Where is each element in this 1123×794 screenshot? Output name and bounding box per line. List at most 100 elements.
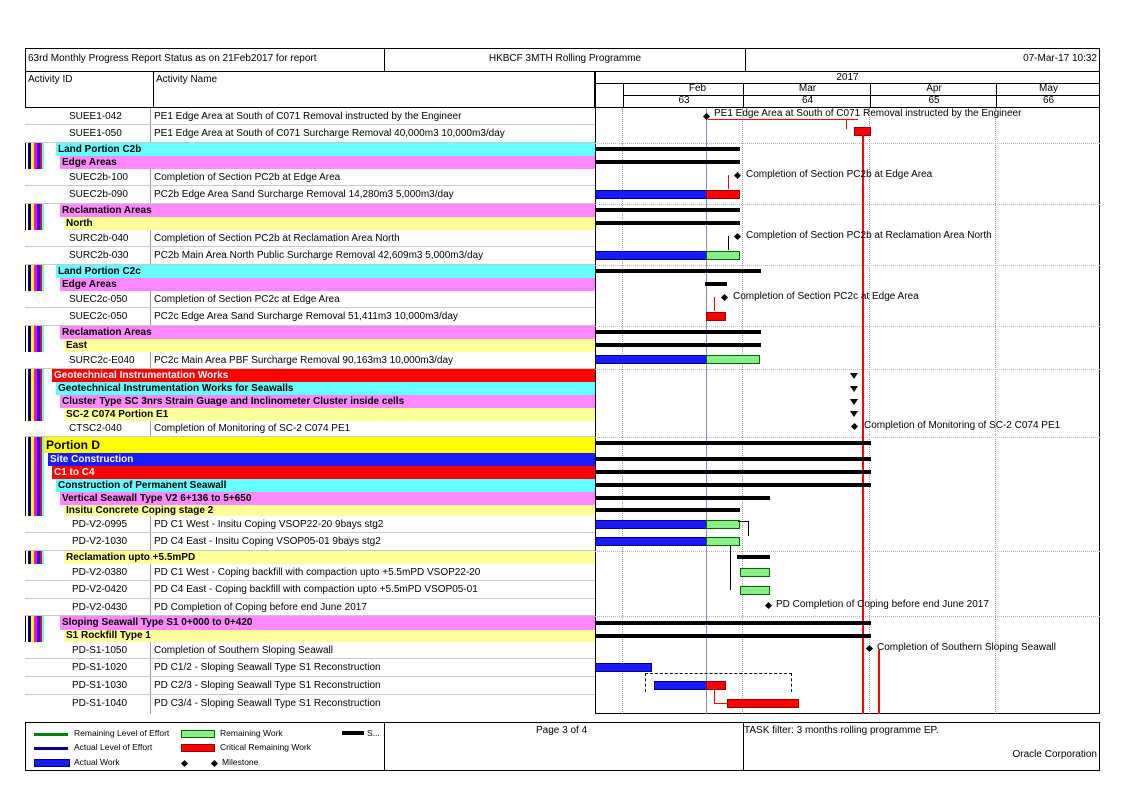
relationship-line xyxy=(730,545,731,590)
legend-label: Remaining Level of Effort xyxy=(74,728,170,738)
wbs-band: S1 Rockfill Type 1 xyxy=(64,630,595,642)
summary-bar[interactable] xyxy=(595,457,871,461)
gantt-label: Completion of Monitoring of SC-2 C074 PE… xyxy=(864,420,1061,431)
summary-bar[interactable] xyxy=(595,621,871,625)
remaining-work-bar[interactable] xyxy=(740,568,770,577)
table-row[interactable]: SUEC2b-100 Completion of Section PC2b at… xyxy=(25,169,595,186)
actual-work-bar[interactable] xyxy=(595,355,708,364)
wbs-band: Geotechnical Instrumentation Works xyxy=(52,369,595,382)
activity-id: PD-S1-1030 xyxy=(72,680,128,691)
wbs-band: East xyxy=(64,339,595,352)
activity-id: PD-V2-1030 xyxy=(72,536,128,547)
remaining-work-bar[interactable] xyxy=(706,537,740,546)
activity-id: SURC2b-030 xyxy=(69,250,129,261)
remaining-work-bar[interactable] xyxy=(706,251,740,260)
summary-bar[interactable] xyxy=(595,483,871,487)
table-row[interactable]: SURC2b-040 Completion of Section PC2b at… xyxy=(25,230,595,247)
summary-bar[interactable] xyxy=(595,208,740,212)
wbs-band: Edge Areas xyxy=(60,156,595,169)
gantt-label: Completion of Southern Sloping Seawall xyxy=(877,642,1056,653)
actual-work-bar[interactable] xyxy=(595,190,708,199)
summary-bar[interactable] xyxy=(595,343,761,347)
table-row[interactable]: SUEC2c-050 PC2c Edge Area Sand Surcharge… xyxy=(25,308,595,326)
legend-swatch xyxy=(181,744,215,752)
activity-id: SUEC2b-100 xyxy=(69,172,128,183)
gantt-label: Completion of Section PC2c at Edge Area xyxy=(733,291,919,302)
actual-work-bar[interactable] xyxy=(595,663,652,672)
remaining-work-bar[interactable] xyxy=(706,520,740,529)
summary-bar[interactable] xyxy=(737,555,770,559)
table-row[interactable]: PD-V2-0420 PD C4 East - Coping backfill … xyxy=(25,581,595,599)
table-row[interactable]: PD-S1-1050 Completion of Southern Slopin… xyxy=(25,642,595,659)
actual-work-bar[interactable] xyxy=(595,251,708,260)
table-row[interactable]: PD-V2-0380 PD C1 West - Coping backfill … xyxy=(25,564,595,581)
legend-label: Milestone xyxy=(222,757,259,767)
wbs-band: Reclamation upto +5.5mPD xyxy=(64,551,595,564)
remaining-work-bar[interactable] xyxy=(706,355,760,364)
summary-bar[interactable] xyxy=(705,282,727,286)
table-row[interactable]: CTSC2-040 Completion of Monitoring of SC… xyxy=(25,421,595,437)
wbs-band: Cluster Type SC 3nrs Strain Guage and In… xyxy=(60,395,595,408)
summary-bar[interactable] xyxy=(595,470,871,474)
table-row[interactable]: PD-V2-1030 PD C4 East - Insitu Coping VS… xyxy=(25,533,595,551)
wbs-band: Reclamation Areas xyxy=(60,204,595,217)
filter-text: TASK filter: 3 months rolling programme … xyxy=(744,725,939,736)
critical-bar[interactable] xyxy=(706,312,726,321)
summary-bar[interactable] xyxy=(595,330,761,334)
activity-id: PD-V2-0995 xyxy=(72,519,128,530)
activity-id: PD-V2-0420 xyxy=(72,584,128,595)
wbs-band: Construction of Permanent Seawall xyxy=(56,479,595,492)
milestone-triangle[interactable] xyxy=(850,373,858,379)
row-separator xyxy=(595,551,1100,552)
activity-name: PD C1 West - Insitu Coping VSOP22-20 9ba… xyxy=(150,516,383,532)
table-row[interactable]: SURC2b-030 PC2b Main Area North Public S… xyxy=(25,247,595,265)
gantt-label: Completion of Section PC2b at Reclamatio… xyxy=(746,230,992,241)
summary-bar[interactable] xyxy=(595,496,770,500)
table-row[interactable]: PD-S1-1020 PD C1/2 - Sloping Seawall Typ… xyxy=(25,659,595,677)
activity-id: SUEC2b-090 xyxy=(69,189,128,200)
summary-bar[interactable] xyxy=(595,634,871,638)
activity-id-header: Activity ID xyxy=(28,74,73,85)
table-row[interactable]: SUEE1-042 PE1 Edge Area at South of C071… xyxy=(25,108,595,125)
actual-work-bar[interactable] xyxy=(654,681,708,690)
table-row[interactable]: PD-V2-0430 PD Completion of Coping befor… xyxy=(25,599,595,616)
milestone-triangle[interactable] xyxy=(850,411,858,417)
critical-bar[interactable] xyxy=(706,681,726,690)
milestone-triangle[interactable] xyxy=(850,386,858,392)
table-row[interactable]: SUEE1-050 PE1 Edge Area at South of C071… xyxy=(25,125,595,143)
critical-bar[interactable] xyxy=(727,699,799,708)
summary-bar[interactable] xyxy=(595,160,740,164)
table-row[interactable]: SUEC2c-050 Completion of Section PC2c at… xyxy=(25,291,595,308)
wbs-band: Reclamation Areas xyxy=(60,326,595,339)
row-separator xyxy=(595,369,1100,370)
wbs-band: SC-2 C074 Portion E1 xyxy=(64,408,595,421)
actual-work-bar[interactable] xyxy=(595,537,708,546)
timeline-header: 2017 Feb Mar Apr May 63 64 65 66 xyxy=(595,72,1100,108)
footer: Remaining Level of Effort Actual Level o… xyxy=(25,722,1100,771)
activity-id: SUEE1-042 xyxy=(69,111,122,122)
week-66: 66 xyxy=(996,95,1100,107)
table-row[interactable]: PD-S1-1030 PD C2/3 - Sloping Seawall Typ… xyxy=(25,677,595,695)
summary-bar[interactable] xyxy=(595,147,740,151)
activity-id: SURC2b-040 xyxy=(69,233,129,244)
report-date: 07-Mar-17 10:32 xyxy=(1023,53,1097,64)
remaining-work-bar[interactable] xyxy=(740,586,770,595)
summary-bar[interactable] xyxy=(595,269,761,273)
summary-bar[interactable] xyxy=(595,221,740,225)
table-row[interactable]: SURC2c-E040 PC2c Main Area PBF Surcharge… xyxy=(25,352,595,369)
table-row[interactable]: SUEC2b-090 PC2b Edge Area Sand Surcharge… xyxy=(25,186,595,204)
activity-name: Completion of Section PC2b at Reclamatio… xyxy=(150,230,400,246)
milestone-triangle[interactable] xyxy=(850,399,858,405)
summary-bar[interactable] xyxy=(595,441,871,445)
actual-work-bar[interactable] xyxy=(595,520,708,529)
summary-bar[interactable] xyxy=(595,508,740,512)
legend-swatch xyxy=(342,731,364,735)
critical-bar[interactable] xyxy=(706,190,740,199)
wbs-band: Land Portion C2b xyxy=(56,143,595,156)
table-row[interactable]: PD-V2-0995 PD C1 West - Insitu Coping VS… xyxy=(25,516,595,533)
activity-name: PD C1 West - Coping backfill with compac… xyxy=(150,564,480,580)
activity-id: PD-S1-1020 xyxy=(72,662,128,673)
activity-name: Completion of Monitoring of SC-2 C074 PE… xyxy=(150,421,350,436)
table-row[interactable]: PD-S1-1040 PD C3/4 - Sloping Seawall Typ… xyxy=(25,695,595,714)
activity-name: PD C3/4 - Sloping Seawall Type S1 Recons… xyxy=(150,695,381,714)
